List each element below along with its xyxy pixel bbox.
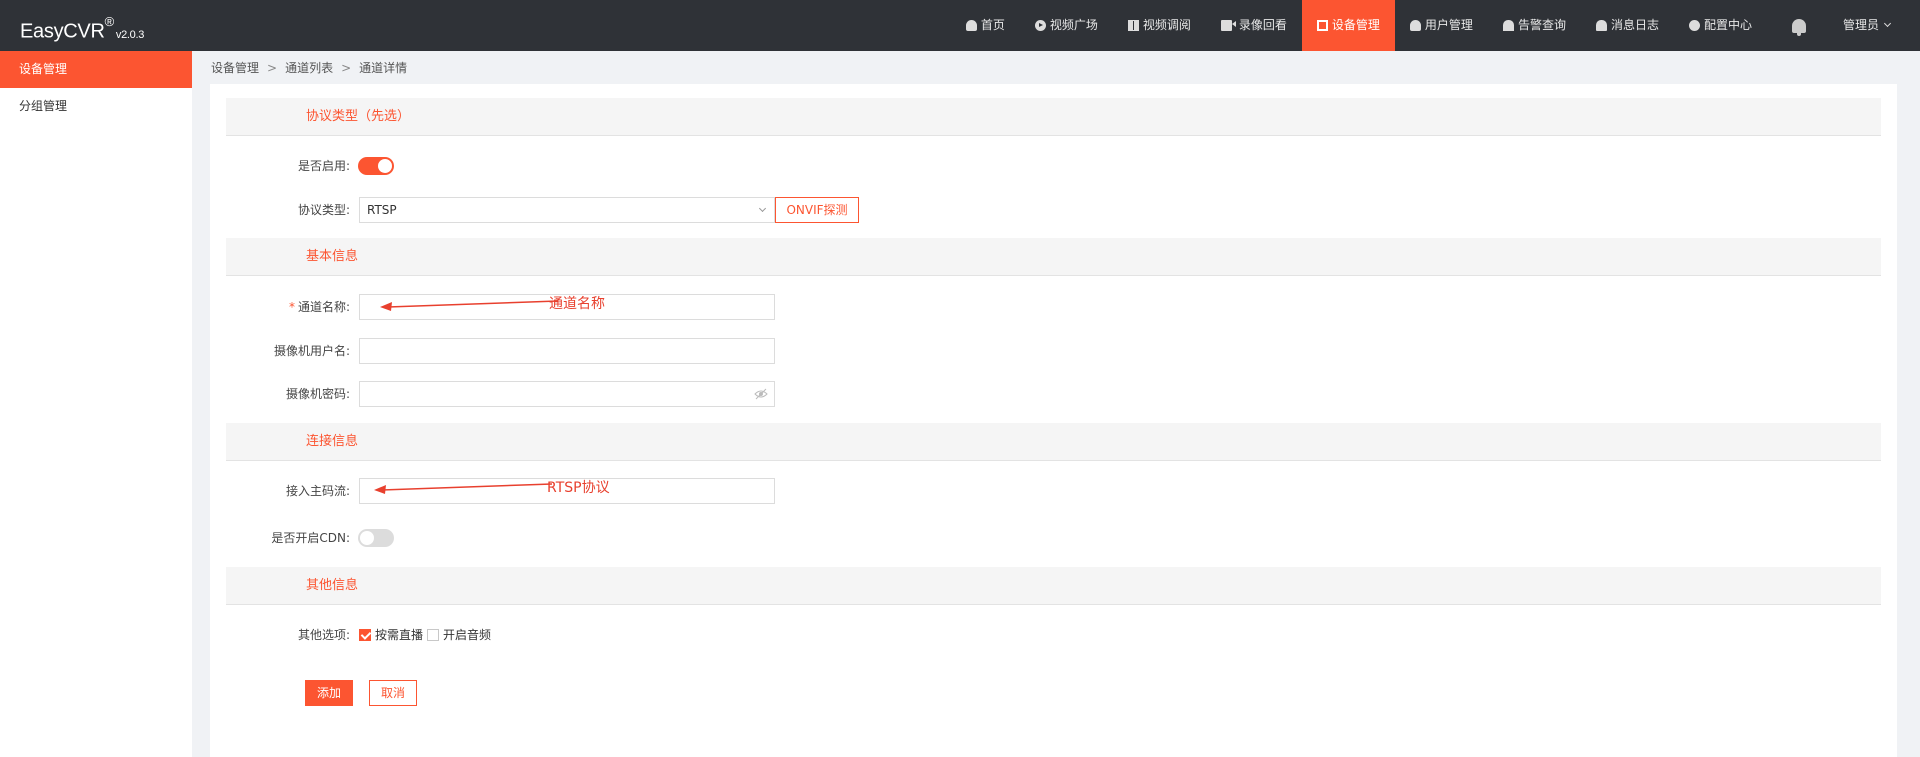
chevron-down-icon	[758, 204, 767, 213]
enable-audio-label[interactable]: 开启音频	[443, 628, 491, 642]
nav-item-alarm-query[interactable]: 告警查询	[1488, 0, 1581, 51]
admin-label: 管理员	[1842, 18, 1879, 32]
nav-item-message-log[interactable]: 消息日志	[1581, 0, 1674, 51]
breadcrumb-item[interactable]: 通道列表	[285, 61, 333, 75]
enable-label: 是否启用:	[297, 159, 350, 173]
camera-username-label: 摄像机用户名:	[273, 344, 350, 358]
required-mark: *	[288, 300, 295, 314]
breadcrumb: 设备管理 > 通道列表 > 通道详情	[211, 59, 407, 77]
sidebar-item-device-management[interactable]: 设备管理	[0, 51, 192, 88]
app-name: EasyCVR	[20, 20, 105, 43]
main-stream-label: 接入主码流:	[285, 484, 350, 498]
registered-mark: ®	[104, 14, 115, 29]
annotation-channel-name: 通道名称	[549, 296, 605, 312]
breadcrumb-separator: >	[341, 61, 352, 75]
gear-icon	[1688, 20, 1700, 31]
grid-icon	[1127, 20, 1139, 31]
protocol-label: 协议类型:	[297, 203, 350, 217]
nav-label: 录像回看	[1238, 18, 1287, 32]
nav-item-video-square[interactable]: 视频广场	[1020, 0, 1113, 51]
play-icon	[1034, 20, 1046, 31]
channel-detail-form: 协议类型（先选） 是否启用: 协议类型: RTSP ONVIF探测 基本信息 *…	[210, 84, 1897, 757]
section-protocol: 协议类型（先选）	[226, 98, 1881, 136]
breadcrumb-item: 通道详情	[359, 61, 408, 75]
cancel-button[interactable]: 取消	[369, 680, 417, 706]
app-logo[interactable]: EasyCVR®v2.0.3	[20, 0, 144, 51]
section-title: 其他信息	[306, 578, 359, 593]
channel-name-label: * 通道名称:	[210, 294, 350, 320]
camera-icon	[1220, 20, 1236, 31]
nav-item-device-management[interactable]: 设备管理	[1301, 0, 1395, 51]
camera-username-input[interactable]	[359, 338, 775, 364]
eye-off-icon[interactable]	[754, 388, 768, 400]
bell-icon	[1595, 20, 1607, 31]
section-title: 协议类型（先选）	[306, 109, 411, 124]
protocol-value: RTSP	[367, 203, 397, 217]
protocol-select[interactable]: RTSP	[359, 197, 775, 223]
annotation-arrow-icon	[380, 300, 559, 311]
nav-item-user-management[interactable]: 用户管理	[1395, 0, 1488, 51]
nav-item-home[interactable]: 首页	[951, 0, 1020, 51]
nav-label: 消息日志	[1610, 18, 1659, 32]
switch-knob	[360, 531, 374, 545]
nav-item-playback[interactable]: 录像回看	[1206, 0, 1302, 51]
camera-password-label: 摄像机密码:	[285, 387, 350, 401]
admin-menu[interactable]: 管理员	[1831, 0, 1920, 51]
section-title: 连接信息	[306, 434, 359, 449]
breadcrumb-item[interactable]: 设备管理	[211, 61, 259, 75]
app-version: v2.0.3	[115, 28, 145, 41]
section-basic-info: 基本信息	[226, 238, 1881, 276]
annotation-rtsp-protocol: RTSP协议	[547, 480, 610, 496]
nav-item-video-review[interactable]: 视频调阅	[1113, 0, 1206, 51]
alarm-icon	[1502, 20, 1514, 31]
onvif-probe-button[interactable]: ONVIF探测	[775, 197, 859, 223]
nav-label: 首页	[980, 18, 1005, 32]
main-nav: 首页 视频广场 视频调阅 录像回看 设备管理 用户管理 告警查询 消息日志 配置…	[951, 0, 1920, 51]
cdn-switch[interactable]	[358, 529, 394, 547]
on-demand-live-label[interactable]: 按需直播	[375, 628, 423, 642]
nav-label: 视频调阅	[1142, 18, 1191, 32]
annotation-arrow-icon	[374, 483, 553, 494]
add-button[interactable]: 添加	[305, 680, 353, 706]
nav-label: 告警查询	[1517, 18, 1566, 32]
nav-label: 用户管理	[1424, 18, 1473, 32]
breadcrumb-separator: >	[267, 61, 278, 75]
enable-audio-checkbox[interactable]	[427, 629, 439, 641]
user-icon	[1409, 20, 1421, 31]
nav-label: 配置中心	[1703, 18, 1752, 32]
nav-label: 设备管理	[1331, 18, 1380, 32]
enable-switch[interactable]	[358, 157, 394, 175]
section-connection-info: 连接信息	[226, 423, 1881, 461]
sidebar: 设备管理 分组管理	[0, 51, 192, 757]
device-icon	[1316, 20, 1328, 31]
top-navbar: EasyCVR®v2.0.3 首页 视频广场 视频调阅 录像回看 设备管理 用户…	[0, 0, 1920, 51]
notification-bell[interactable]	[1767, 0, 1831, 51]
sidebar-item-group-management[interactable]: 分组管理	[0, 88, 192, 125]
channel-name-label-text: 通道名称:	[297, 300, 350, 314]
home-icon	[965, 20, 977, 31]
other-options-label: 其他选项:	[297, 628, 350, 642]
camera-password-input[interactable]	[359, 381, 775, 407]
switch-knob	[378, 159, 392, 173]
notification-bell-icon	[1791, 18, 1806, 36]
on-demand-live-checkbox[interactable]	[359, 629, 371, 641]
cdn-label: 是否开启CDN:	[271, 531, 350, 545]
nav-item-config-center[interactable]: 配置中心	[1674, 0, 1767, 51]
section-title: 基本信息	[306, 249, 359, 264]
chevron-down-icon	[1883, 19, 1892, 28]
section-other-info: 其他信息	[226, 567, 1881, 605]
nav-label: 视频广场	[1049, 18, 1098, 32]
